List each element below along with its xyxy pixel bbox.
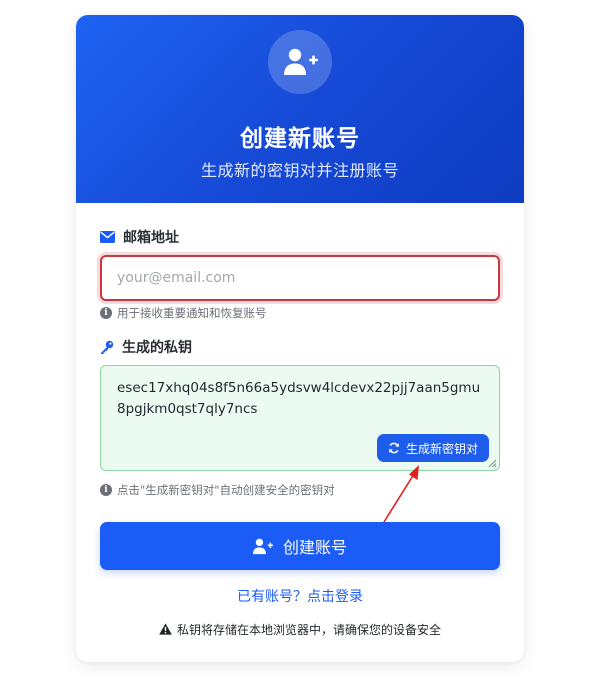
create-account-button[interactable]: 创建账号 (100, 522, 500, 570)
info-icon: i (100, 484, 112, 496)
login-link[interactable]: 已有账号？点击登录 (76, 586, 524, 606)
key-icon (101, 340, 114, 354)
envelope-icon (100, 231, 115, 243)
avatar-badge (268, 30, 332, 94)
page-title: 创建新账号 (240, 126, 360, 152)
regenerate-keypair-label: 生成新密钥对 (405, 441, 478, 456)
private-key-value: esec17xhq04s8f5n66a5ydsvw4lcdevx22pjj7aa… (117, 380, 481, 417)
user-plus-icon (284, 48, 318, 75)
security-warning-text: 私钥将存储在本地浏览器中，请确保您的设备安全 (176, 622, 441, 637)
private-key-label-text: 生成的私钥 (122, 340, 192, 356)
email-input[interactable] (100, 255, 500, 301)
regenerate-keypair-button[interactable]: 生成新密钥对 (377, 434, 489, 462)
private-key-hint: i 点击"生成新密钥对"自动创建安全的密钥对 (100, 482, 335, 498)
page-subtitle: 生成新的密钥对并注册账号 (200, 161, 399, 180)
email-hint-text: 用于接收重要通知和恢复账号 (117, 306, 267, 320)
private-key-hint-text: 点击"生成新密钥对"自动创建安全的密钥对 (117, 483, 335, 497)
user-plus-icon (252, 538, 273, 554)
warning-icon (159, 623, 172, 635)
private-key-textarea[interactable]: esec17xhq04s8f5n66a5ydsvw4lcdevx22pjj7aa… (100, 365, 500, 471)
resize-handle-icon[interactable] (488, 459, 497, 468)
email-hint: i 用于接收重要通知和恢复账号 (100, 305, 267, 321)
card-header: 创建新账号 生成新的密钥对并注册账号 (76, 15, 524, 203)
create-account-label: 创建账号 (282, 538, 347, 557)
info-icon: i (100, 307, 112, 319)
register-card: 创建新账号 生成新的密钥对并注册账号 邮箱地址 i 用于接收重要通知和恢复账号 … (76, 15, 524, 662)
private-key-label: 生成的私钥 (100, 337, 192, 357)
refresh-icon (389, 442, 399, 454)
security-warning: 私钥将存储在本地浏览器中，请确保您的设备安全 (76, 621, 524, 637)
email-label: 邮箱地址 (100, 227, 179, 247)
email-label-text: 邮箱地址 (123, 230, 179, 246)
